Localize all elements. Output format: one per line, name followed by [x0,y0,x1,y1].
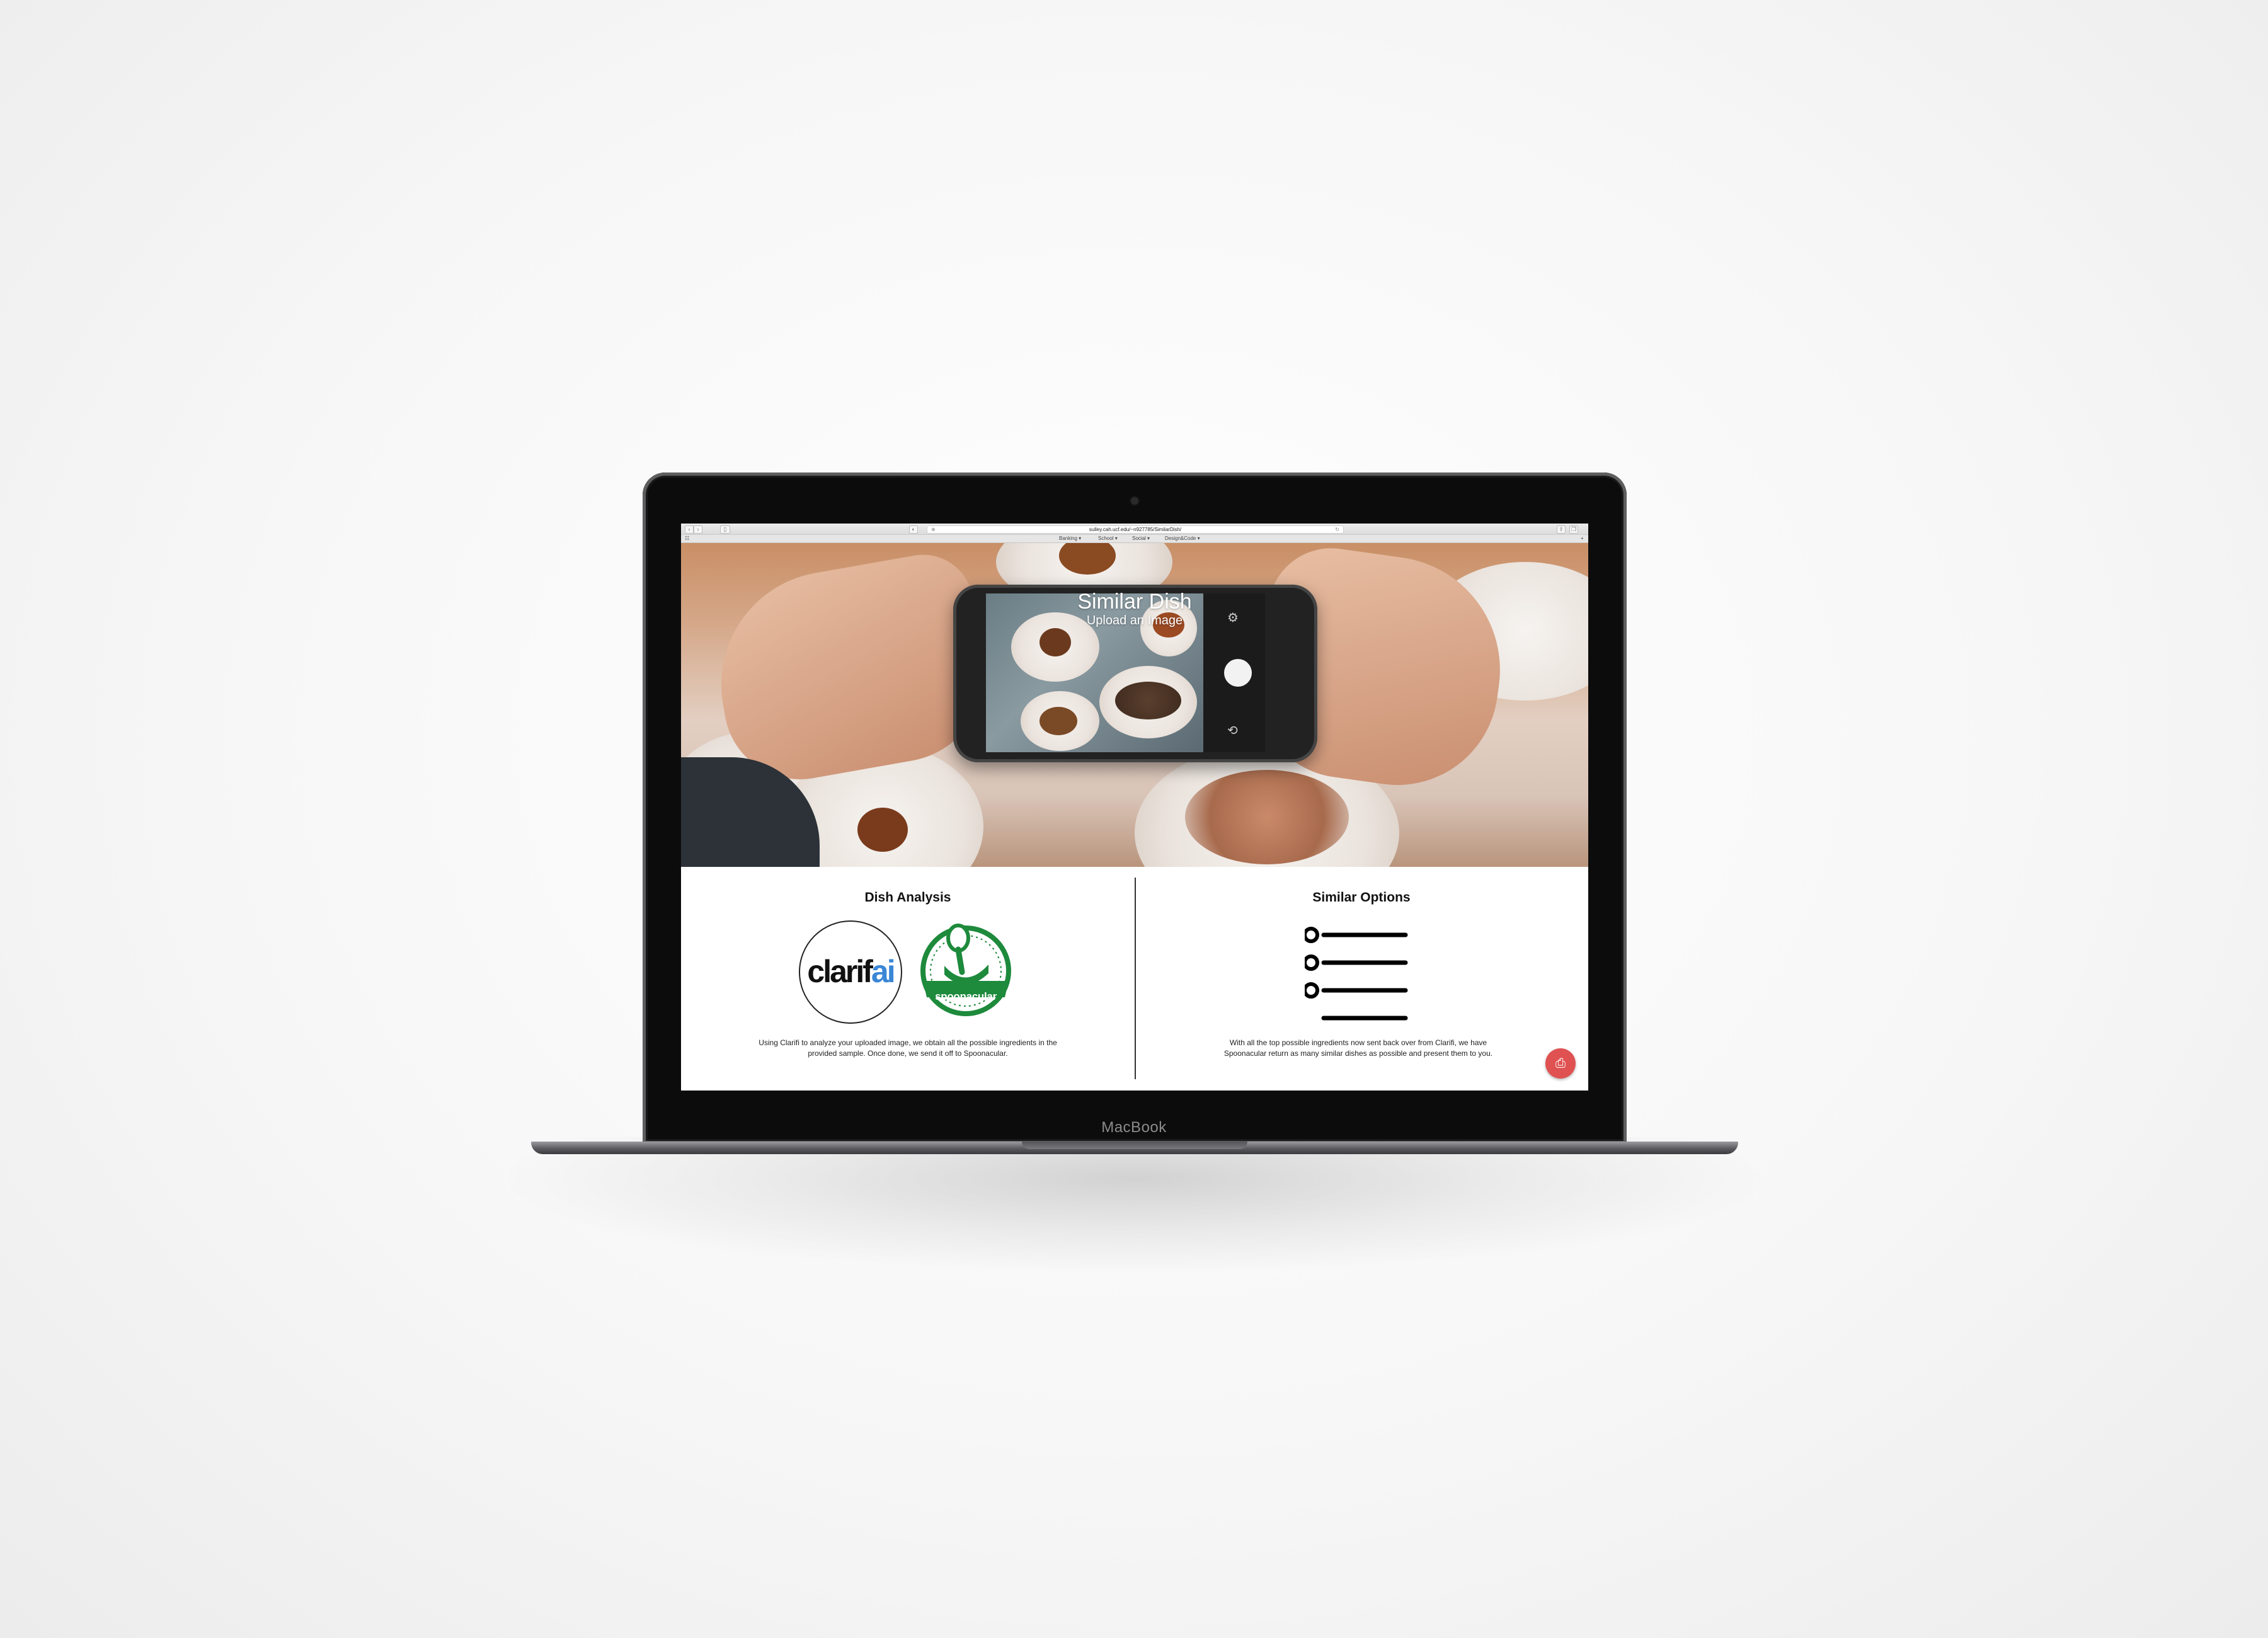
similar-options-description: With all the top possible ingredients no… [1223,1038,1493,1058]
add-bookmark-icon[interactable]: + [1581,535,1584,542]
macbook-label: MacBook [1101,1119,1167,1136]
back-button[interactable]: ‹ [685,525,694,534]
upload-fab-button[interactable]: ⎙ [1545,1048,1576,1079]
bookmarks-bar: ☷ Banking ▾ School ▾ Social ▾ Design&Cod… [681,535,1588,543]
laptop-notch [1022,1142,1247,1149]
forward-button[interactable]: › [694,525,702,534]
food-image [1115,682,1181,719]
food-image [1040,707,1077,735]
similar-options-title: Similar Options [1312,890,1411,905]
clarifai-wordmark-accent: ai [871,954,896,989]
bookmark-school[interactable]: School ▾ [1098,535,1118,542]
hero-title: Similar Dish [1077,590,1192,614]
screen: ‹ › ▯ ◐ ⊕ sulley.cah.ucf.edu/~n927785/Si… [681,524,1588,1091]
bookmark-label: Banking [1059,536,1077,541]
bookmark-banking[interactable]: Banking ▾ [1059,535,1081,542]
bookmarks-grid-icon[interactable]: ☷ [685,535,689,542]
clarifai-wordmark-main: clarif [807,954,873,989]
dish-analysis-description: Using Clarifi to analyze your uploaded i… [759,1038,1057,1058]
reload-icon[interactable]: ↻ [1335,526,1339,533]
bookmark-design-code[interactable]: Design&Code ▾ [1165,535,1200,542]
bookmark-label: Social [1132,536,1146,541]
bookmark-label: School [1098,536,1114,541]
tabs-icon[interactable]: ❐ [1569,525,1578,534]
bookmark-label: Design&Code [1165,536,1196,541]
column-divider [1135,878,1136,1079]
spoonacular-wordmark: spoonacular [935,990,997,1002]
sidebar-icon[interactable]: ▯ [720,525,730,534]
address-bar[interactable]: ⊕ sulley.cah.ucf.edu/~n927785/SimilarDis… [927,525,1344,534]
url-text: sulley.cah.ucf.edu/~n927785/SimilarDish/ [1089,527,1182,532]
webcam [1131,497,1138,505]
food-image [857,808,908,852]
upload-file-icon: ⎙ [1555,1057,1566,1070]
browser-toolbar: ‹ › ▯ ◐ ⊕ sulley.cah.ucf.edu/~n927785/Si… [681,524,1588,535]
clarifai-logo: clarifai [799,920,902,1024]
shutter-icon [1224,659,1252,687]
privacy-icon[interactable]: ◐ [909,525,918,534]
bookmark-social[interactable]: Social ▾ [1132,535,1150,542]
switch-camera-icon: ⟲ [1227,724,1238,738]
dish-analysis-title: Dish Analysis [864,890,951,905]
food-image [1040,628,1071,656]
hero-banner: ⚙ ⟲ Similar Dish Upload an Image [681,543,1588,867]
food-image [1185,770,1349,864]
laptop-shadow [491,1137,1777,1276]
list-icon [1305,927,1408,1021]
upload-image-link[interactable]: Upload an Image [681,614,1588,628]
share-icon[interactable]: ⇪ [1557,525,1566,534]
clarifai-wordmark: clarifai [800,953,901,990]
